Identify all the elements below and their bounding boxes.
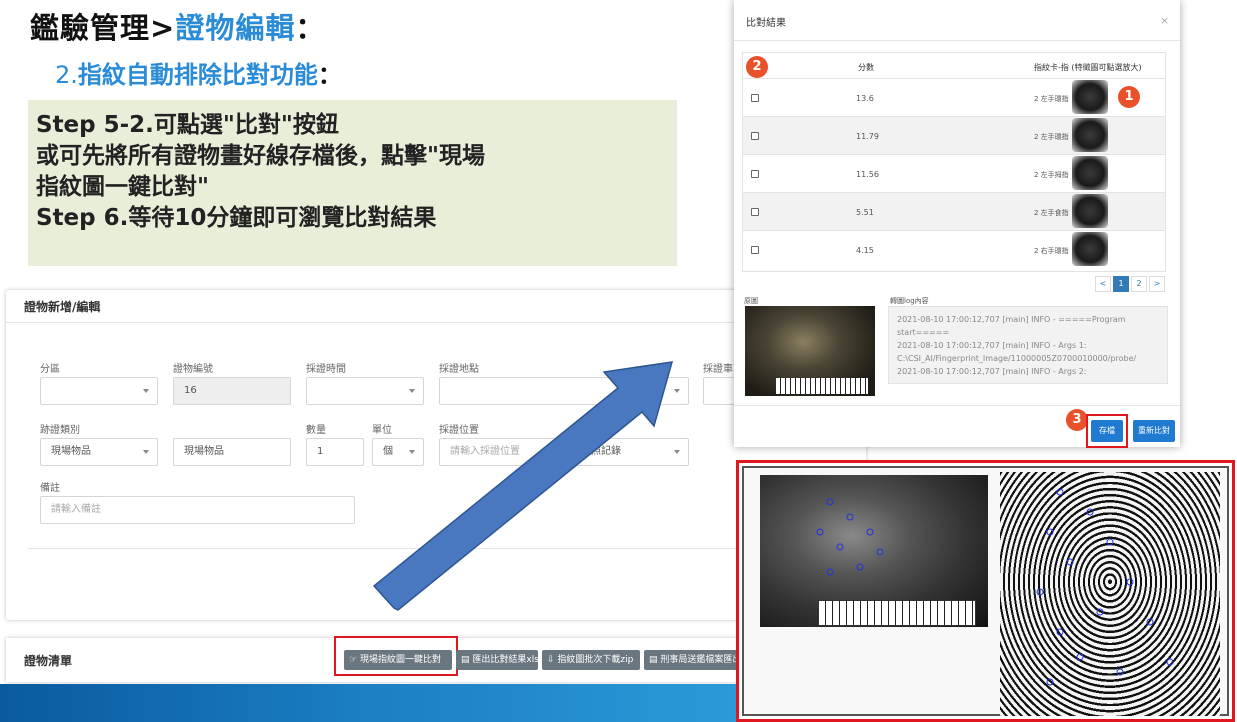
score-cell: 13.6 [856,94,874,103]
row-checkbox[interactable] [751,132,759,140]
modal-title: 比對結果 [746,18,786,29]
row-checkbox[interactable] [751,94,759,102]
finger-header: 指紋卡-指 (特徵圖可點選放大) [1034,63,1142,72]
row-checkbox[interactable] [751,170,759,178]
log-textarea[interactable]: 2021-08-10 17:00:12,707 [main] INFO - ==… [888,306,1168,384]
log-line: C:\CSI_AI/Fingerprint_Image/11000005Z070… [897,354,1137,363]
trace-type-label: 跡證類別 [40,425,80,436]
collect-time-label: 採證時間 [306,364,346,375]
file-excel-icon: ▤ [461,655,470,665]
trace-type-select[interactable]: 現場物品 [40,438,158,466]
step-line: 指紋圖一鍵比對" [36,174,209,200]
finger-cell: 2 左手環指 [1034,95,1069,103]
step-badge: 2 [746,56,768,78]
file-icon: ▤ [649,655,658,665]
fingerprint-thumbnail[interactable] [1072,194,1108,228]
export-xls-button[interactable]: ▤ 匯出比對結果xls [456,650,538,670]
pagination-next[interactable]: > [1149,276,1165,292]
page-title: 鑑驗管理>證物編輯： [30,11,326,45]
zone-select[interactable] [40,377,158,405]
recompare-button[interactable]: 重新比對 [1133,420,1175,442]
finger-cell: 2 左手拇指 [1034,171,1069,179]
fingerprint-thumbnail[interactable] [1072,156,1108,190]
score-cell: 11.56 [856,170,879,179]
row-checkbox[interactable] [751,208,759,216]
close-icon[interactable]: × [1160,14,1169,27]
step-badge: 3 [1066,409,1088,431]
zone-label: 分區 [40,364,60,375]
step-line: Step 6.等待10分鐘即可瀏覽比對結果 [36,205,437,231]
step-line: Step 5-2.可點選"比對"按鈕 [36,112,339,138]
row-checkbox[interactable] [751,246,759,254]
collect-vehicle-label: 採證車 [703,364,733,375]
score-header: 分數 [858,63,874,72]
fingerprint-thumbnail[interactable] [1072,80,1108,114]
score-cell: 11.79 [856,132,879,141]
quantity-label: 數量 [306,425,326,436]
quantity-field[interactable]: 1 [306,438,364,466]
chevron-down-icon [143,450,149,454]
finger-cell: 2 右手環指 [1034,247,1069,255]
chevron-down-icon [143,389,149,393]
score-cell: 5.51 [856,208,874,217]
score-cell: 4.15 [856,246,874,255]
log-line: 2021-08-10 17:00:12,707 [main] INFO - Ar… [897,367,1087,376]
arrow-icon [372,361,674,611]
minutiae-markers [816,488,1174,686]
download-icon: ⇩ [547,655,555,665]
send-case-export-button[interactable]: ▤ 刑事局送鑑檔案匯出 [644,650,740,670]
pagination-page[interactable]: 2 [1131,276,1147,292]
evidence-no-label: 證物編號 [173,364,213,375]
log-line: start===== [897,328,950,337]
log-label: 轉圖log內容 [890,297,929,305]
divider [734,405,1180,406]
fingerprint-thumbnail[interactable] [1072,118,1108,152]
log-line: 2021-08-10 17:00:12,707 [main] INFO - Ar… [897,341,1087,350]
log-line: 2021-08-10 17:00:12,707 [main] INFO - ==… [897,315,1126,324]
fingerprint-thumbnail[interactable] [1072,232,1108,266]
remark-input[interactable]: 請輸入備註 [40,496,355,524]
source-image-label: 原圖 [744,297,758,305]
step-instructions: Step 5-2.可點選"比對"按鈕 或可先將所有證物畫好線存檔後，點擊"現場 … [28,100,677,266]
trace-subtype-field[interactable]: 現場物品 [173,438,291,466]
download-zip-button[interactable]: ⇩ 指紋圖批次下載zip [542,650,640,670]
finger-cell: 2 左手環指 [1034,133,1069,141]
pagination-page[interactable]: 1 [1113,276,1129,292]
list-title: 證物清單 [24,654,73,668]
step-line: 或可先將所有證物畫好線存檔後，點擊"現場 [36,143,485,169]
finger-cell: 2 左手食指 [1034,209,1069,217]
evidence-no-field[interactable]: 16 [173,377,291,405]
divider [734,40,1180,41]
highlight-box [1086,414,1128,448]
page-subtitle: 2.指紋自動排除比對功能： [55,61,342,89]
remark-label: 備註 [40,483,60,494]
form-title: 證物新增/編輯 [24,300,101,314]
step-badge: 1 [1118,86,1140,108]
highlight-box [334,636,458,676]
ruler-image [776,378,868,394]
bottom-decoration-bar [0,684,740,722]
pagination-prev[interactable]: < [1095,276,1111,292]
